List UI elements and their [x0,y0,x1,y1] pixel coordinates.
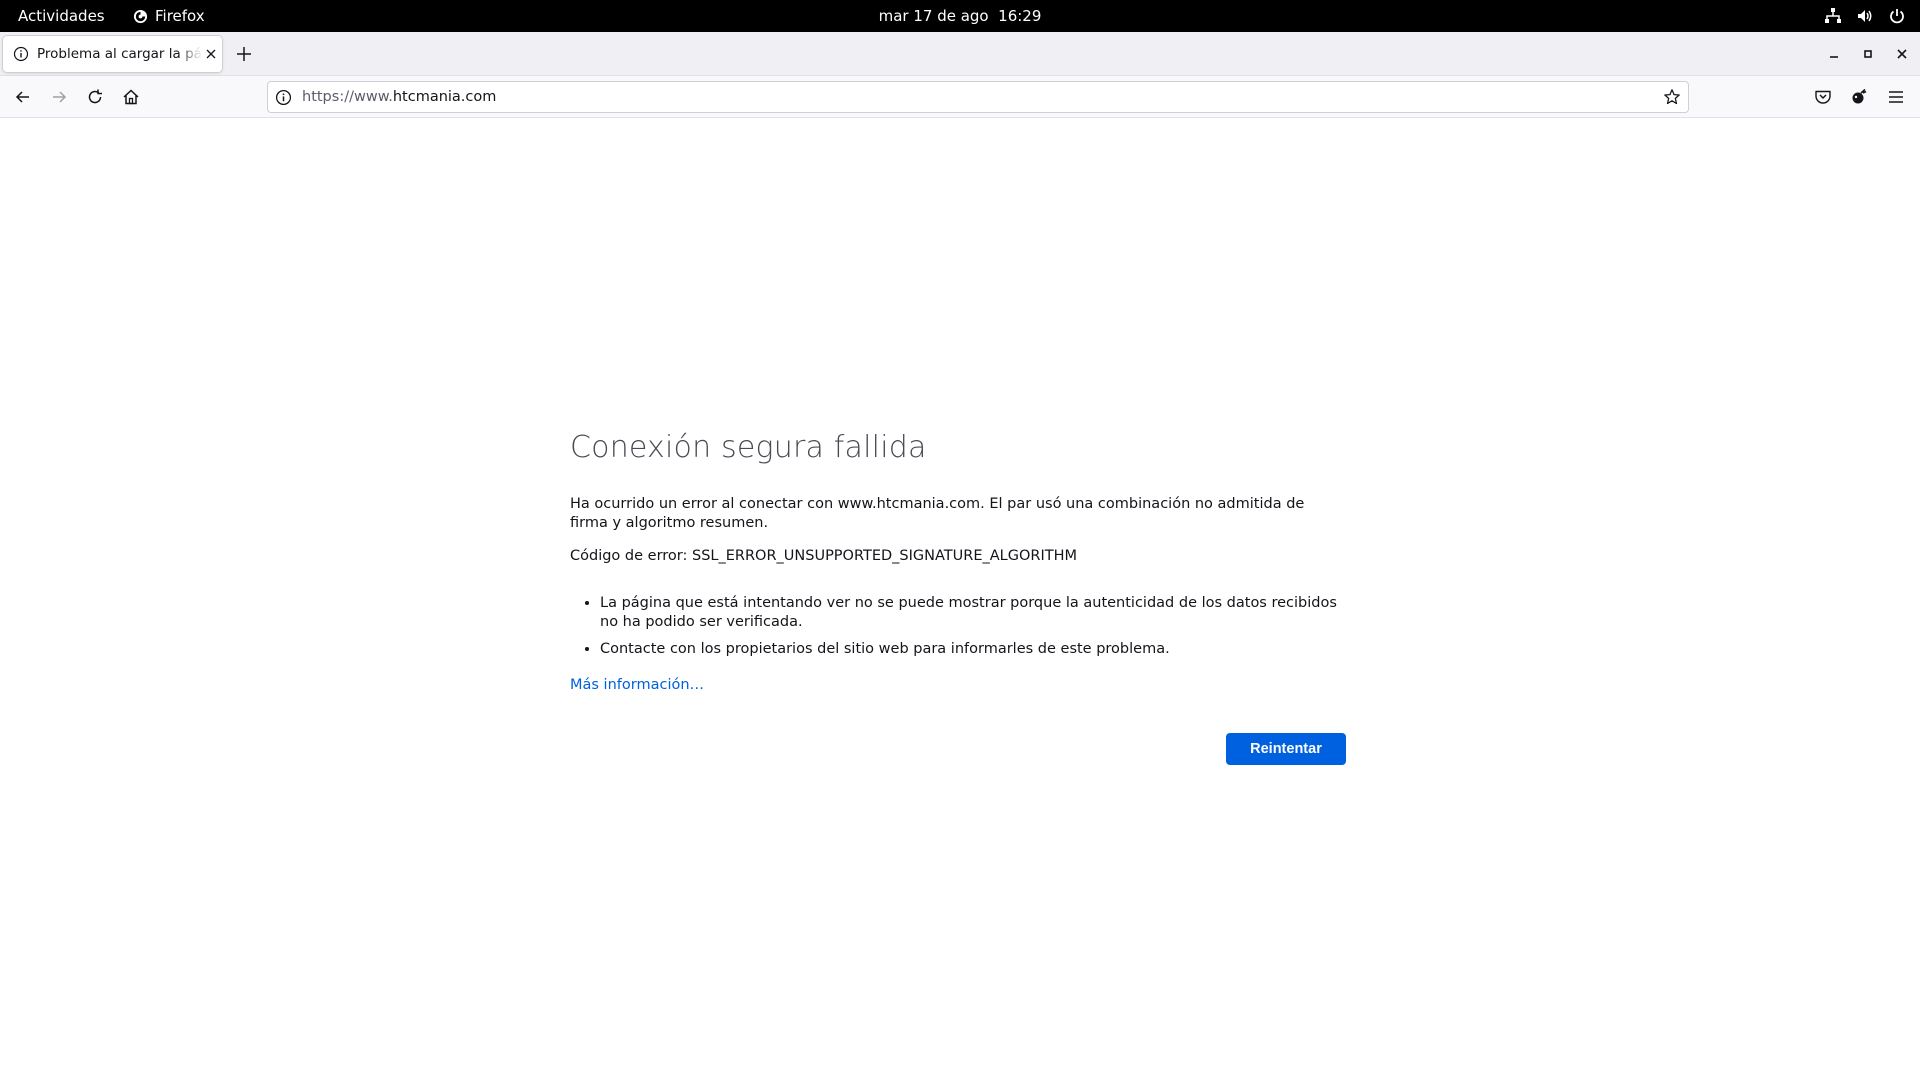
tab-title: Problema al cargar la página [37,46,202,62]
retry-button[interactable]: Reintentar [1226,733,1346,765]
list-item: La página que está intentando ver no se … [600,594,1346,632]
home-icon[interactable] [121,87,141,107]
close-tab-icon[interactable] [204,47,218,61]
date-text: mar 17 de ago [878,7,989,25]
maximize-icon[interactable] [1860,46,1876,62]
time-text: 16:29 [998,7,1042,25]
system-top-bar: Actividades Firefox mar 17 de ago 16:29 [0,0,1920,32]
error-code-value[interactable]: SSL_ERROR_UNSUPPORTED_SIGNATURE_ALGORITH… [692,548,1077,564]
url-domain: htcmania.com [392,89,497,105]
extensions-icon[interactable] [1849,87,1869,107]
site-info-icon[interactable] [275,89,292,106]
system-tray[interactable] [1824,7,1906,25]
minimize-icon[interactable] [1826,46,1842,62]
network-icon [1825,8,1841,23]
tab-strip: Problema al cargar la página [0,32,1920,76]
volume-icon [1858,10,1872,22]
power-icon [1890,9,1904,24]
error-page: Conexión segura fallida Ha ocurrido un e… [570,430,1346,693]
menu-hamburger-icon[interactable] [1886,87,1906,107]
clock[interactable]: mar 17 de ago 16:29 [0,7,1920,25]
address-bar[interactable]: https://www.htcmania.com [267,81,1689,113]
navigation-toolbar: https://www.htcmania.com [0,76,1920,118]
new-tab-icon[interactable] [234,44,254,64]
pocket-icon[interactable] [1813,87,1833,107]
list-item: Contacte con los propietarios del sitio … [600,640,1346,659]
info-icon [13,46,29,62]
error-advice-list: La página que está intentando ver no se … [570,594,1346,659]
error-description: Ha ocurrido un error al conectar con www… [570,496,1305,531]
close-window-icon[interactable] [1894,46,1910,62]
tab-active[interactable]: Problema al cargar la página [3,36,222,72]
url-prefix: https://www. [302,89,393,105]
back-icon[interactable] [13,87,33,107]
error-code-line: Código de error: SSL_ERROR_UNSUPPORTED_S… [570,548,1346,564]
forward-icon[interactable] [49,87,69,107]
bookmark-star-icon[interactable] [1663,88,1681,106]
url-text[interactable]: https://www.htcmania.com [302,89,496,105]
reload-icon[interactable] [85,87,105,107]
error-title: Conexión segura fallida [570,430,927,465]
error-code-label: Código de error: [570,548,692,564]
more-info-link[interactable]: Más información… [570,677,704,693]
